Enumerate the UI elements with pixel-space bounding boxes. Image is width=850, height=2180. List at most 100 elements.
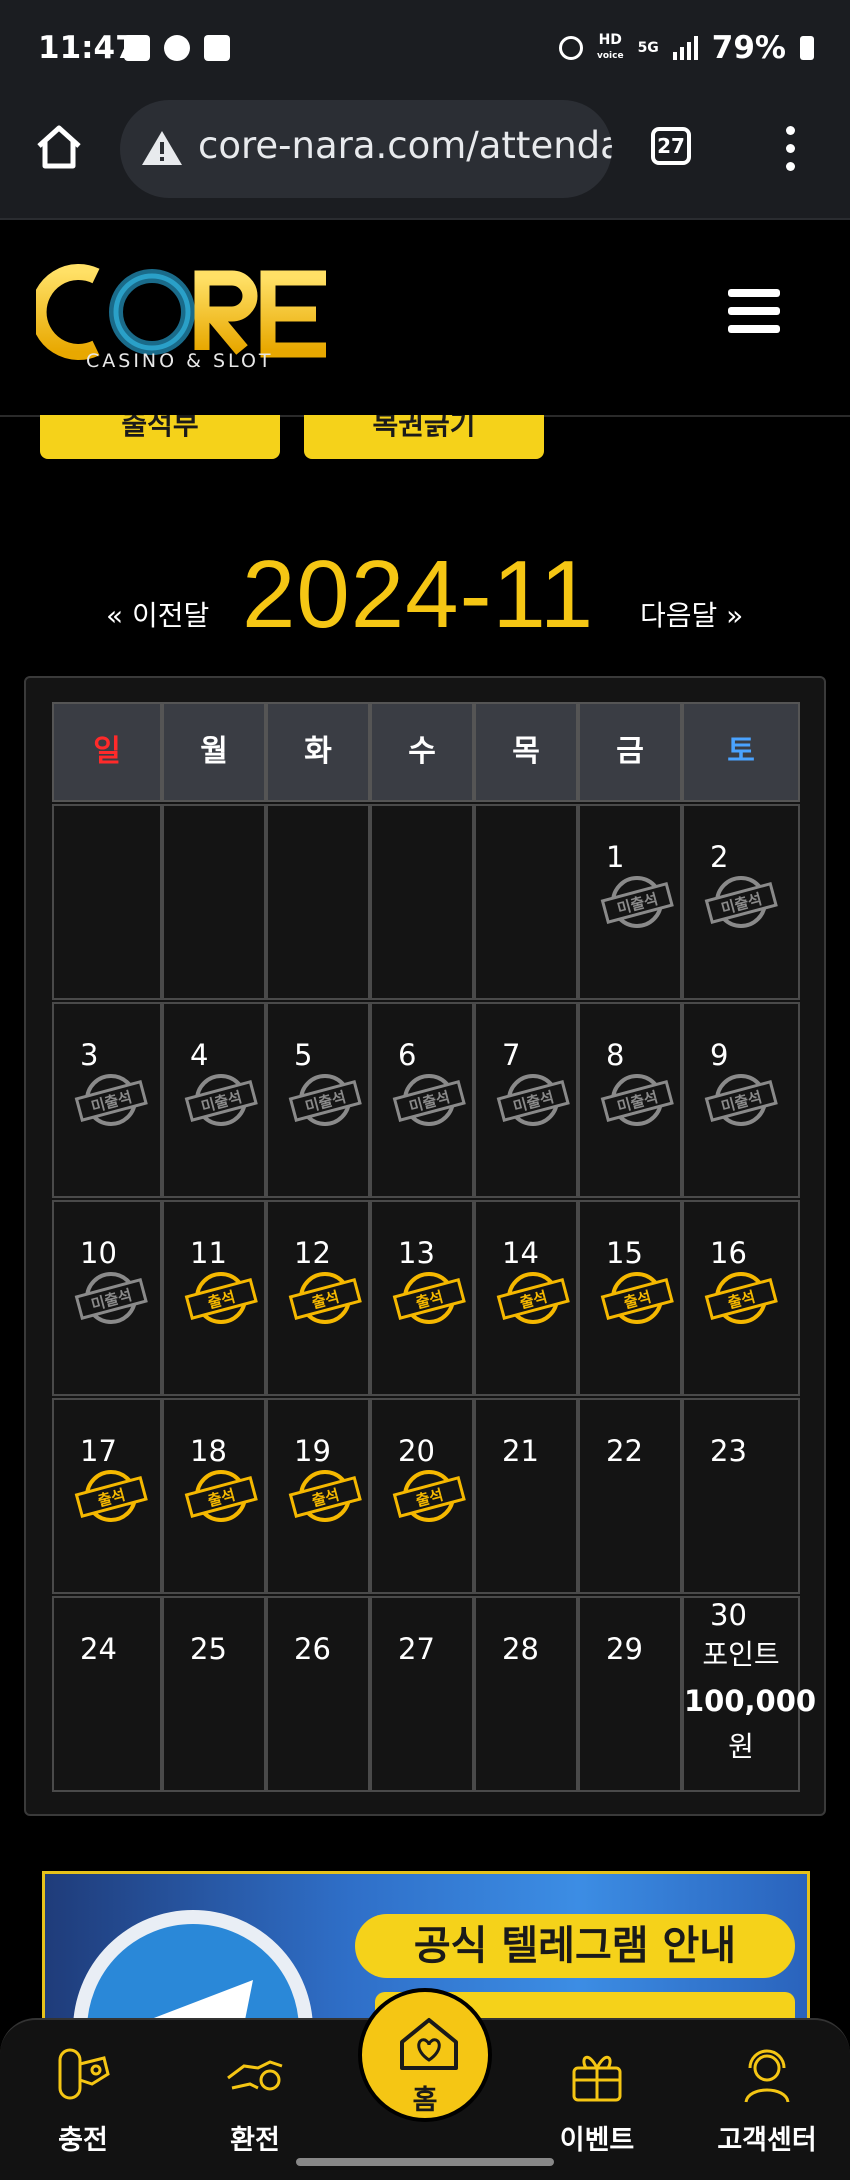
more-menu-icon[interactable] [784, 126, 796, 172]
nav-withdraw[interactable]: 환전 [190, 2020, 320, 2157]
day-number: 11 [190, 1236, 227, 1270]
day-number: 29 [606, 1632, 643, 1666]
support-icon [744, 2049, 790, 2103]
logo-subtitle: CASINO & SLOT [86, 350, 274, 372]
day-number: 7 [502, 1038, 521, 1072]
attended-stamp-icon: 출석 [184, 1470, 258, 1522]
site-header: CASINO & SLOT [0, 220, 850, 417]
day-number: 2 [710, 840, 729, 874]
calendar-day-cell: 7 미출석 [474, 1002, 578, 1198]
hd-voice-icon: HD voice [596, 32, 624, 61]
weekday-header-cell: 금 [578, 702, 682, 802]
calendar-day-cell: 22 [578, 1398, 682, 1594]
calendar-day-cell: 2 미출석 [682, 804, 800, 1000]
nav-deposit[interactable]: 충전 [18, 2020, 148, 2157]
attended-stamp-icon: 출석 [600, 1272, 674, 1324]
not-secure-icon[interactable] [140, 128, 184, 168]
day-number: 24 [80, 1632, 117, 1666]
day-number: 8 [606, 1038, 625, 1072]
reward-text: 포인트 100,000 원 [684, 1632, 817, 1770]
nav-event-label: 이벤트 [559, 2125, 635, 2156]
day-number: 1 [606, 840, 625, 874]
day-number: 23 [710, 1434, 747, 1468]
day-number: 16 [710, 1236, 747, 1270]
reward-line: 포인트 [702, 1638, 780, 1671]
day-number: 25 [190, 1632, 227, 1666]
day-number: 10 [80, 1236, 117, 1270]
day-number: 17 [80, 1434, 117, 1468]
day-number: 21 [502, 1434, 539, 1468]
address-bar[interactable]: core-nara.com/attenda [120, 100, 612, 198]
day-number: 15 [606, 1236, 643, 1270]
prev-month-link[interactable]: « 이전달 [106, 594, 209, 634]
calendar-day-cell: 9 미출석 [682, 1002, 800, 1198]
signal-icon [672, 36, 698, 60]
day-number: 28 [502, 1632, 539, 1666]
absent-stamp-icon: 미출석 [184, 1074, 258, 1126]
calendar-day-cell: 17 출석 [52, 1398, 162, 1594]
next-month-link[interactable]: 다음달 » [640, 594, 743, 634]
calendar-day-cell: 11 출석 [162, 1200, 266, 1396]
nav-home-button[interactable]: 홈 [358, 1988, 492, 2122]
app-notification-icon [164, 35, 190, 61]
nav-support[interactable]: 고객센터 [702, 2020, 832, 2157]
hamburger-menu-icon[interactable] [728, 289, 780, 333]
absent-stamp-icon: 미출석 [600, 876, 674, 928]
network-5g-icon: 5G [637, 40, 659, 56]
weekday-header-cell: 월 [162, 702, 266, 802]
attended-stamp-icon: 출석 [704, 1272, 778, 1324]
calendar-day-cell: 12 출석 [266, 1200, 370, 1396]
b-app-icon [204, 35, 230, 61]
tab-lottery-scratch[interactable]: 복권긁기 [304, 415, 544, 459]
calendar-day-cell: 6 미출석 [370, 1002, 474, 1198]
month-title: 2024-11 [242, 541, 595, 648]
attended-stamp-icon: 출석 [288, 1272, 362, 1324]
calendar-day-cell: 18 출석 [162, 1398, 266, 1594]
tab-attendance[interactable]: 출석부 [40, 415, 280, 459]
calendar-day-cell: 14 출석 [474, 1200, 578, 1396]
calendar-day-cell: 21 [474, 1398, 578, 1594]
browser-home-icon[interactable] [34, 122, 84, 172]
gift-icon [572, 2055, 622, 2102]
calendar-day-cell: 15 출석 [578, 1200, 682, 1396]
day-number: 13 [398, 1236, 435, 1270]
calendar-day-cell: 23 [682, 1398, 800, 1594]
calendar-day-cell: 10 미출석 [52, 1200, 162, 1396]
calendar-day-cell: 20 출석 [370, 1398, 474, 1594]
alarm-icon [558, 36, 583, 60]
battery-icon [800, 36, 814, 60]
reward-line: 100,000 [684, 1684, 817, 1718]
attended-stamp-icon: 출석 [74, 1470, 148, 1522]
attended-stamp-icon: 출석 [392, 1470, 466, 1522]
attended-stamp-icon: 출석 [496, 1272, 570, 1324]
notification-icons [124, 35, 230, 61]
absent-stamp-icon: 미출석 [74, 1074, 148, 1126]
weekday-header-cell: 토 [682, 702, 800, 802]
calendar-day-cell: 30 포인트 100,000 원 [682, 1596, 817, 1792]
absent-stamp-icon: 미출석 [704, 876, 778, 928]
day-number: 26 [294, 1632, 331, 1666]
absent-stamp-icon: 미출석 [288, 1074, 362, 1126]
gesture-bar [296, 2158, 554, 2166]
day-number: 30 [710, 1598, 747, 1632]
status-bar: 11:47 HD voice 5G 79% [0, 0, 850, 100]
battery-percent: 79% [711, 30, 786, 66]
tab-switcher-button[interactable]: 27 [651, 127, 691, 165]
attended-stamp-icon: 출석 [184, 1272, 258, 1324]
calendar-day-cell: 19 출석 [266, 1398, 370, 1594]
calendar-day-cell: 16 출석 [682, 1200, 800, 1396]
calendar-day-cell: 24 [52, 1596, 162, 1792]
month-navigation: « 이전달 2024-11 다음달 » [0, 520, 850, 648]
day-number: 19 [294, 1434, 331, 1468]
day-number: 20 [398, 1434, 435, 1468]
calendar-day-cell [474, 804, 578, 1000]
calendar-day-cell: 4 미출석 [162, 1002, 266, 1198]
nav-home-label: 홈 [412, 2085, 438, 2116]
calendar-week-row: 3 미출석 4 미출석 5 미출석 6 미출석 7 미출석 8 미출석 9 미출석 [52, 1002, 800, 1198]
withdraw-icon [227, 2060, 283, 2091]
weekday-header-cell: 수 [370, 702, 474, 802]
nav-event[interactable]: 이벤트 [532, 2020, 662, 2157]
calendar-week-row: 1 미출석 2 미출석 [52, 804, 800, 1000]
day-number: 12 [294, 1236, 331, 1270]
url-text[interactable]: core-nara.com/attenda [198, 124, 612, 167]
